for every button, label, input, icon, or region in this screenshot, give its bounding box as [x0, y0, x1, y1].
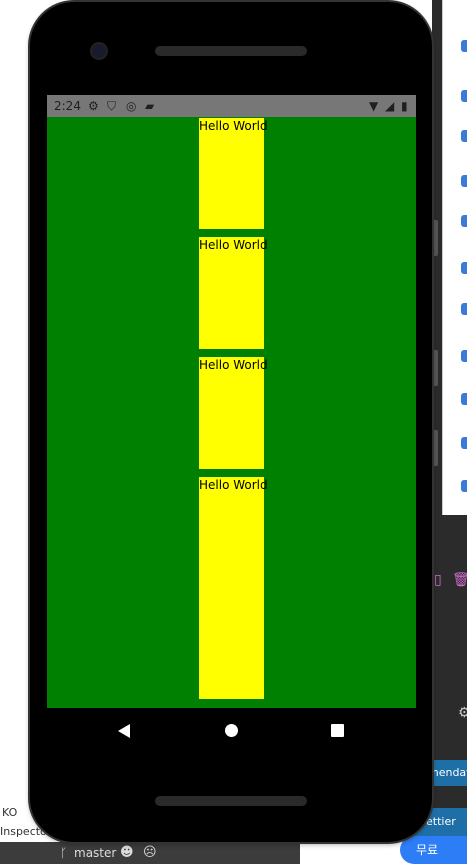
feedback-frown-icon[interactable]: ☹: [143, 842, 157, 864]
shield-icon: ⛉: [107, 99, 117, 113]
signal-icon: ◢: [385, 99, 395, 113]
battery-icon: ▮: [401, 99, 408, 113]
box-label: Hello World: [199, 358, 268, 372]
ide-scrollbar[interactable]: [432, 430, 438, 466]
box-label: Hello World: [199, 238, 268, 252]
tool-icon[interactable]: [461, 175, 467, 187]
tool-icon[interactable]: [461, 393, 467, 405]
camera-icon: [92, 44, 106, 58]
recents-icon[interactable]: [331, 724, 344, 737]
hello-world-box: Hello World: [199, 357, 268, 469]
app-screen: 2:24 ⚙ ⛉ ◎ ▰ ▼ ◢ ▮ Hello World Hello Wor…: [47, 95, 416, 708]
earpiece-speaker: [155, 46, 307, 56]
hello-world-box: Hello World: [199, 118, 268, 229]
sd-card-icon: ▰: [145, 99, 155, 113]
ide-scrollbar[interactable]: [432, 220, 438, 256]
back-icon[interactable]: [118, 724, 130, 738]
sync-icon: ◎: [126, 99, 137, 113]
settings-icon: ⚙: [88, 99, 99, 113]
ide-scrollbar[interactable]: [432, 350, 438, 386]
ide-left-label: KO: [2, 806, 18, 819]
edit-icon[interactable]: ▯: [434, 572, 442, 588]
tool-icon[interactable]: [461, 215, 467, 227]
status-time: 2:24: [54, 99, 81, 113]
tool-icon[interactable]: [461, 303, 467, 315]
phone-emulator: 2:24 ⚙ ⛉ ◎ ▰ ▼ ◢ ▮ Hello World Hello Wor…: [30, 2, 432, 842]
wifi-icon: ▼: [369, 99, 379, 113]
bottom-speaker: [155, 796, 307, 806]
tool-icon[interactable]: [461, 262, 467, 274]
home-icon[interactable]: [225, 724, 238, 737]
ide-inspector-label: Inspecto: [0, 825, 47, 838]
tool-icon[interactable]: [461, 40, 467, 52]
tool-icon[interactable]: [461, 437, 467, 449]
ide-icon-row: ▯ 🗑: [432, 570, 467, 594]
hello-world-box: Hello World: [199, 477, 268, 699]
android-status-bar: 2:24 ⚙ ⛉ ◎ ▰ ▼ ◢ ▮: [47, 95, 416, 117]
ide-status-bar: ᚴ master ☻ ☹: [0, 842, 300, 864]
gear-icon[interactable]: ⚙: [458, 705, 467, 721]
tool-icon[interactable]: [461, 90, 467, 102]
ide-tool-window: [442, 0, 467, 515]
tool-icon[interactable]: [461, 130, 467, 142]
android-nav-bar: [47, 708, 416, 754]
trash-icon[interactable]: 🗑: [452, 572, 467, 588]
box-label: Hello World: [199, 478, 268, 492]
box-label: Hello World: [199, 119, 268, 133]
hello-world-box: Hello World: [199, 237, 268, 349]
feedback-smile-icon[interactable]: ☻: [120, 842, 134, 864]
recommendation-banner[interactable]: mendat: [428, 760, 467, 786]
tool-icon[interactable]: [461, 480, 467, 492]
branch-icon: ᚴ: [60, 846, 68, 860]
tool-icon[interactable]: [461, 350, 467, 362]
free-button[interactable]: 무료: [400, 836, 467, 864]
branch-name[interactable]: master: [74, 842, 116, 864]
